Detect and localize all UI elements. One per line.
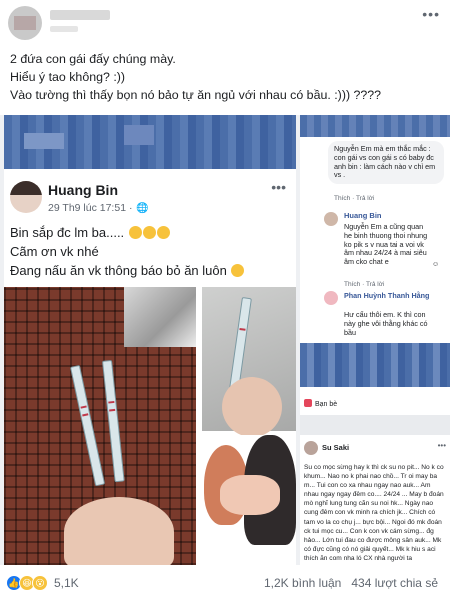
post-text-line-3: Đang nấu ăn vk thông báo bỏ ăn luôn — [10, 263, 245, 278]
caption-line-1: 2 đứa con gái đấy chúng mày. — [10, 52, 176, 66]
blurred-banner — [300, 115, 450, 137]
author-avatar — [10, 181, 42, 213]
commenter-avatar — [324, 212, 338, 226]
more-options-icon[interactable]: ••• — [422, 6, 440, 22]
screenshot-comments: Nguyễn Em mà em thắc mắc : con gái vs co… — [300, 115, 450, 343]
blurred-banner — [4, 115, 296, 169]
friends-label: Bạn bè — [304, 399, 337, 408]
commenter-avatar — [324, 291, 338, 305]
comments-count[interactable]: 1,2K bình luận — [264, 576, 341, 590]
smile-emoji-icon — [231, 264, 245, 277]
poster-name-blurred[interactable] — [50, 10, 110, 20]
commenter-name: Phan Huỳnh Thanh Hằng — [344, 291, 430, 300]
caption-line-2: Hiểu ý tao không? :)) — [10, 70, 126, 84]
comment-bubble: Nguyễn Em mà em thắc mắc : con gái vs co… — [328, 141, 444, 185]
shared-image[interactable]: Huang Bin 29 Th9 lúc 17:51 · 🌐 ••• Bin s… — [0, 115, 450, 565]
post-text-line-1: Bin sắp đc lm ba..... — [10, 225, 170, 240]
post-text-line-2: Cãm ơn vk nhé — [10, 244, 99, 259]
globe-icon: 🌐 — [136, 203, 149, 214]
screenshot-friend-post: Bạn bè Su Saki ••• Su co mọc sừng hay k … — [300, 343, 450, 565]
photo-pregnancy-tests — [4, 287, 196, 565]
caption-line-3: Vào tường thì thấy bọn nó bảo tự ăn ngủ … — [10, 88, 382, 102]
wow-reaction-icon[interactable]: 😮 — [32, 575, 48, 591]
comment-actions: Thích · Trả lời — [344, 281, 385, 288]
post-header: ••• — [0, 0, 450, 46]
engagement-stats: 1,2K bình luận 434 lượt chia sẻ — [264, 576, 438, 590]
blurred-banner — [300, 343, 450, 387]
commenter-name: Huang Bin — [344, 211, 382, 220]
photo-test-closeup — [202, 287, 296, 437]
friend-name: Su Saki — [322, 443, 350, 452]
friend-avatar — [304, 441, 318, 455]
post-meta-blurred — [50, 26, 78, 32]
reactions-count[interactable]: 5,1K — [54, 576, 79, 590]
post-time: 29 Th9 lúc 17:51 · — [48, 202, 133, 214]
grin-emoji-icon — [142, 226, 156, 239]
more-options-icon: ••• — [437, 441, 446, 450]
photo-couple — [202, 435, 296, 565]
poster-avatar[interactable] — [8, 6, 42, 40]
shares-count[interactable]: 434 lượt chia sẻ — [351, 576, 438, 590]
comment-actions: Thích · Trả lời — [334, 195, 375, 202]
friend-post-text: Su co mọc sừng hay k thì ck su no pit...… — [304, 464, 444, 562]
comment-bubble: Nguyễn Em a cũng quan he binh thuong tho… — [340, 221, 436, 269]
smile-emoji-icon: ☺ — [432, 261, 440, 268]
screenshot-post-card: Huang Bin 29 Th9 lúc 17:51 · 🌐 ••• Bin s… — [4, 115, 296, 565]
comment-bubble: Hư cẩu thôi em. K thì con này ghe vôi th… — [340, 309, 432, 340]
post-options-icon: ••• — [271, 179, 286, 195]
author-name: Huang Bin — [48, 182, 118, 198]
grin-emoji-icon — [128, 226, 142, 239]
grin-emoji-icon — [156, 226, 170, 239]
friends-icon — [304, 399, 312, 407]
